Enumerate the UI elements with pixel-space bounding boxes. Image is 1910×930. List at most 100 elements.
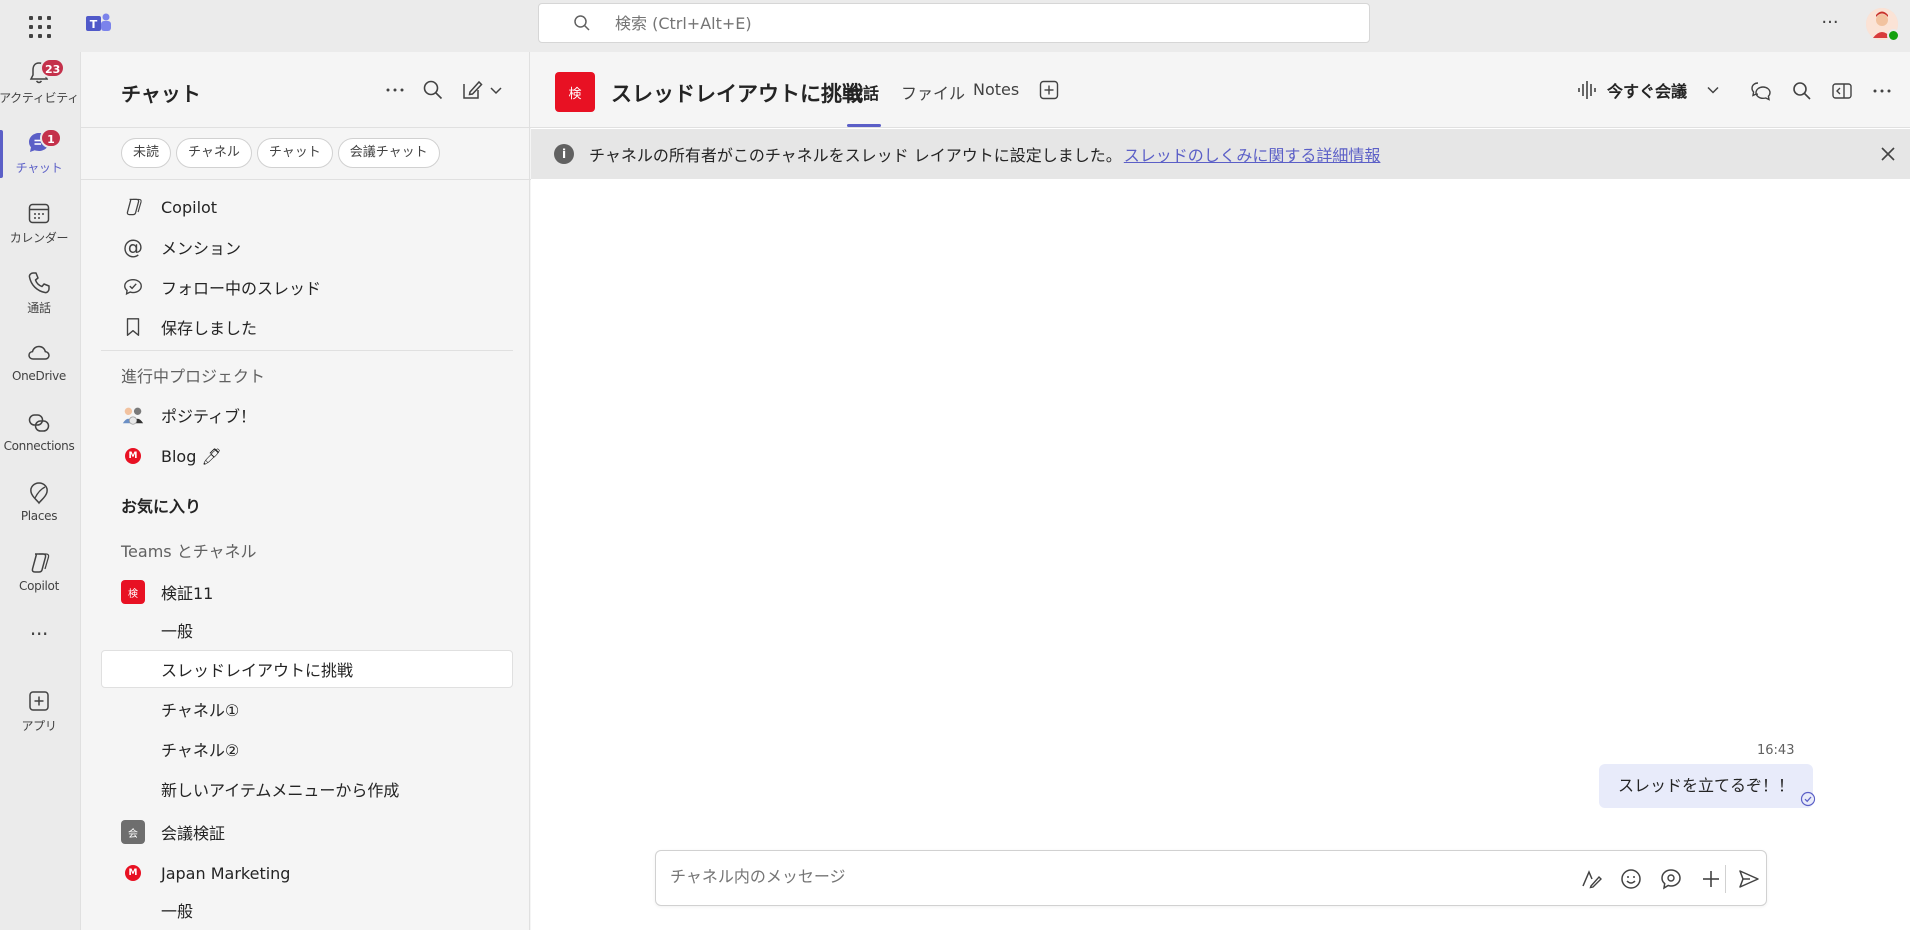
chat-name: Blog 🖊	[161, 446, 222, 466]
filter-channels[interactable]: チャネル	[176, 138, 252, 168]
rail-calendar[interactable]: カレンダー	[0, 192, 78, 256]
group-avatar-icon	[122, 407, 144, 425]
channel-item[interactable]: チャネル①	[101, 690, 513, 728]
thread-layout-banner: i チャネルの所有者がこのチャネルをスレッド レイアウトに設定しました。 スレッ…	[531, 129, 1910, 179]
rail-copilot[interactable]: Copilot	[0, 542, 78, 606]
rail-label: カレンダー	[9, 231, 69, 245]
format-icon[interactable]	[1579, 867, 1603, 891]
plus-icon[interactable]	[1699, 867, 1723, 891]
nav-label: Copilot	[161, 197, 218, 217]
nav-followed-threads[interactable]: フォロー中のスレッド	[101, 268, 513, 306]
rail-label: アクティビティ	[0, 91, 79, 105]
channel-item[interactable]: 一般	[101, 611, 513, 649]
nav-saved[interactable]: 保存しました	[101, 308, 513, 346]
settings-more-icon[interactable]: ···	[1818, 12, 1842, 36]
rail-label: Connections	[3, 439, 75, 453]
banner-learn-more-link[interactable]: スレッドのしくみに関する詳細情報	[1124, 142, 1381, 166]
message-bubble[interactable]: スレッドを立てるぞ！！	[1599, 764, 1814, 808]
rail-more-apps[interactable]: ···	[0, 620, 78, 660]
nav-copilot[interactable]: Copilot	[101, 188, 513, 226]
rail-calls[interactable]: 通話	[0, 262, 78, 326]
panel-header: チャット	[81, 52, 531, 128]
phone-icon	[28, 272, 50, 294]
m-badge-icon: M	[125, 448, 141, 464]
channel-team-tile: 検	[555, 72, 595, 112]
filter-meeting-chats[interactable]: 会議チャット	[337, 138, 440, 168]
chat-item-blog[interactable]: M Blog 🖊	[101, 437, 513, 475]
channel-item-selected[interactable]: スレッドレイアウトに挑戦	[101, 650, 513, 688]
rail-activity[interactable]: 23 アクティビティ	[0, 52, 79, 116]
message-composer	[655, 850, 1767, 906]
channel-header: 検 スレッドレイアウトに挑戦 会話 ファイル Notes 今すぐ会議	[531, 52, 1910, 128]
section-favorites[interactable]: お気に入り	[121, 493, 201, 517]
send-icon[interactable]	[1737, 867, 1761, 891]
add-app-icon	[29, 691, 49, 711]
rail-label: アプリ	[21, 719, 57, 733]
divider	[81, 179, 531, 180]
rail-label: Places	[20, 509, 58, 523]
search-icon[interactable]	[421, 78, 445, 102]
team-item[interactable]: 検 検証11	[101, 573, 513, 611]
nav-label: メンション	[161, 239, 242, 258]
more-apps-icon: ···	[29, 622, 49, 646]
side-panel-icon[interactable]	[1831, 80, 1853, 102]
emoji-icon[interactable]	[1619, 867, 1643, 891]
panel-title: チャット	[121, 82, 201, 106]
filter-unread[interactable]: 未読	[121, 138, 172, 168]
conversation-icon[interactable]	[1750, 80, 1772, 102]
more-options-icon[interactable]	[1871, 80, 1893, 102]
more-options-icon[interactable]	[383, 78, 407, 102]
team-item[interactable]: 会 会議検証	[101, 813, 513, 851]
copilot-icon	[31, 553, 50, 573]
meet-now-label: 今すぐ会議	[1607, 82, 1688, 101]
filter-chats[interactable]: チャット	[256, 138, 333, 168]
new-chat-icon[interactable]	[461, 78, 505, 102]
add-tab-icon[interactable]	[1039, 80, 1059, 100]
chat-count-badge: 1	[40, 128, 62, 148]
channel-title: スレッドレイアウトに挑戦	[611, 82, 863, 106]
tab-conversation[interactable]: 会話	[847, 80, 879, 104]
rail-connections[interactable]: Connections	[0, 402, 78, 466]
svg-text:T: T	[90, 18, 98, 31]
team-tile: 検	[121, 580, 145, 604]
filter-chips: 未読 チャネル チャット 会議チャット	[121, 138, 440, 168]
section-teams-channels[interactable]: Teams とチャネル	[121, 538, 257, 562]
meet-now-button[interactable]: 今すぐ会議	[1577, 78, 1731, 102]
message-input[interactable]	[670, 867, 1470, 886]
connections-icon	[28, 414, 50, 432]
app-launcher-icon[interactable]	[26, 13, 52, 39]
tab-notes[interactable]: Notes	[973, 80, 1019, 99]
channel-item[interactable]: 新しいアイテムメニューから作成	[101, 770, 513, 808]
tab-files[interactable]: ファイル	[901, 80, 965, 104]
team-item[interactable]: M Japan Marketing	[101, 854, 513, 892]
search-icon	[574, 15, 590, 31]
activity-count-badge: 23	[40, 58, 66, 78]
calendar-icon	[28, 203, 50, 224]
teams-logo-icon: T	[86, 13, 111, 31]
followed-threads-icon	[124, 278, 142, 296]
close-icon[interactable]	[1878, 144, 1898, 164]
channel-item[interactable]: 一般	[101, 891, 513, 929]
chevron-down-icon[interactable]	[1705, 82, 1721, 98]
presence-available-icon	[1887, 29, 1900, 42]
team-name: 会議検証	[161, 824, 226, 843]
chat-name: ポジティブ！	[161, 407, 257, 426]
channel-item[interactable]: チャネル②	[101, 730, 513, 768]
team-name: 検証11	[161, 584, 214, 603]
divider	[1725, 865, 1726, 893]
section-projects[interactable]: 進行中プロジェクト	[121, 363, 265, 387]
search-box[interactable]	[538, 3, 1370, 43]
rail-apps[interactable]: アプリ	[0, 680, 78, 744]
places-icon	[30, 482, 48, 505]
rail-places[interactable]: Places	[0, 472, 78, 536]
channel-name: スレッドレイアウトに挑戦	[161, 661, 354, 680]
nav-mentions[interactable]: @ メンション	[101, 228, 513, 266]
chat-item-positive[interactable]: ポジティブ！	[101, 396, 513, 434]
message-timestamp: 16:43	[1757, 743, 1795, 758]
rail-onedrive[interactable]: OneDrive	[0, 332, 78, 396]
profile-avatar[interactable]	[1866, 8, 1900, 42]
loop-icon[interactable]	[1659, 867, 1683, 891]
search-icon[interactable]	[1791, 80, 1813, 102]
search-input[interactable]	[615, 13, 1215, 33]
rail-chat[interactable]: 1 チャット	[0, 122, 78, 186]
